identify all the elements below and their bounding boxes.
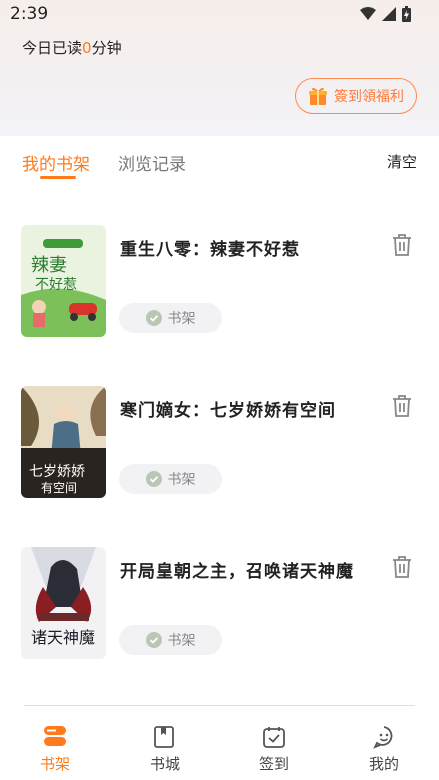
nav-label: 书城 [149,755,180,773]
reading-time-suffix: 分钟 [91,39,122,57]
check-circle-icon [145,632,162,648]
book-cover[interactable]: 诸天神魔 [21,547,106,659]
book-cover[interactable]: 辣妻 不好惹 [21,225,106,337]
signin-rewards-label: 簽到領福利 [334,89,404,105]
status-icons [360,6,411,22]
clear-button[interactable]: 清空 [387,151,417,172]
wifi-icon [360,7,376,20]
book-list-item[interactable]: 辣妻 不好惹 重生八零：辣妻不好惹 书架 [0,225,439,345]
book-list-item[interactable]: 诸天神魔 开局皇朝之主，召唤诸天神魔 书架 [0,547,439,667]
on-shelf-badge: 书架 [119,625,222,655]
nav-label: 我的 [368,755,399,773]
book-title[interactable]: 寒门嫡女：七岁娇娇有空间 [120,396,336,421]
signal-icon [382,7,396,21]
cover-title-art-2: 不好惹 [35,277,77,293]
calendar-check-icon [263,727,285,748]
delete-icon[interactable] [391,555,413,579]
tab-browse-history[interactable]: 浏览记录 [118,150,186,175]
tab-my-shelf[interactable]: 我的书架 [22,150,90,175]
reading-time-prefix: 今日已读 [22,39,83,57]
nav-label: 书架 [39,755,70,773]
book-list-item[interactable]: 七岁娇娇 有空间 寒门嫡女：七岁娇娇有空间 书架 [0,386,439,506]
cover-title-art-2: 有空间 [41,481,77,495]
bottom-navigation: 书架 书城 签到 我的 [0,711,439,780]
on-shelf-label: 书架 [167,472,196,488]
check-circle-icon [145,471,162,487]
active-tab-indicator [40,176,76,179]
reading-time-minutes: 0 [82,39,92,57]
on-shelf-label: 书架 [167,633,196,649]
book-cover-image: 辣妻 不好惹 [21,225,106,337]
nav-label: 签到 [258,755,289,773]
book-cover-image: 七岁娇娇 有空间 [21,386,106,498]
cover-title-art: 诸天神魔 [31,628,95,647]
header-area: 2:39 今日已读0分钟 簽到領福利 [0,0,439,136]
cover-title-art: 辣妻 [31,255,67,276]
check-circle-icon [145,310,162,326]
bookshelf-icon [44,726,66,746]
nav-item-bookshelf[interactable]: 书架 [0,711,110,780]
book-title[interactable]: 重生八零：辣妻不好惹 [120,235,300,260]
nav-item-profile[interactable]: 我的 [329,711,439,780]
status-bar: 2:39 [0,0,439,30]
battery-icon [402,6,411,22]
shelf-tabs: 我的书架 浏览记录 清空 [0,136,439,186]
profile-face-icon [373,726,393,749]
book-cover[interactable]: 七岁娇娇 有空间 [21,386,106,498]
delete-icon[interactable] [391,394,413,418]
on-shelf-label: 书架 [167,311,196,327]
gift-icon [309,87,327,105]
divider [24,705,415,706]
on-shelf-badge: 书架 [119,303,222,333]
book-icon [154,726,174,748]
signin-rewards-button[interactable]: 簽到領福利 [295,78,417,114]
nav-item-bookstore[interactable]: 书城 [110,711,220,780]
cover-title-art: 七岁娇娇 [29,464,85,480]
on-shelf-badge: 书架 [119,464,222,494]
status-time: 2:39 [10,4,49,24]
nav-item-signin[interactable]: 签到 [219,711,329,780]
delete-icon[interactable] [391,233,413,257]
reading-time-today: 今日已读0分钟 [22,37,122,58]
book-cover-image: 诸天神魔 [21,547,106,659]
book-title[interactable]: 开局皇朝之主，召唤诸天神魔 [120,557,354,582]
